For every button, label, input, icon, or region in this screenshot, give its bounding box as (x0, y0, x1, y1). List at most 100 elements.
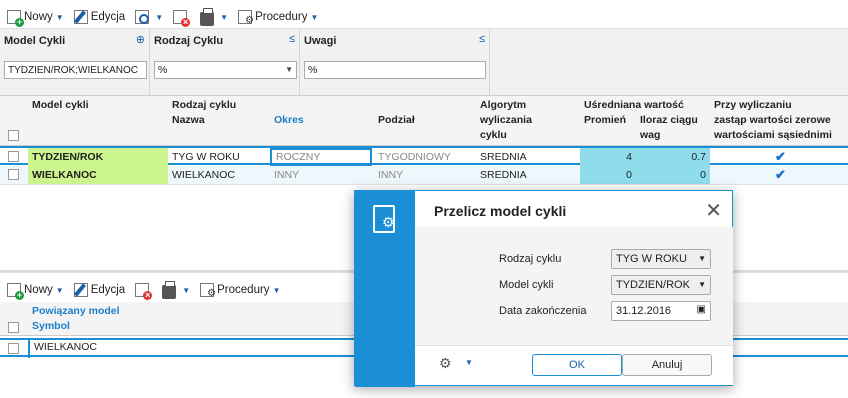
filter-operator-icon[interactable]: ≤ (289, 33, 295, 45)
chevron-down-icon[interactable]: ▼ (273, 286, 281, 295)
cell-weights[interactable]: 0 (636, 166, 710, 184)
filter-model-label: Model Cykli (4, 35, 66, 47)
filter-kind: Rodzaj Cyklu ≤ % ▼ (150, 29, 300, 97)
cell-radius[interactable]: 4 (580, 148, 636, 166)
chevron-down-icon[interactable]: ▼ (465, 358, 473, 367)
checkmark-icon[interactable]: ✔ (775, 150, 786, 164)
dialog-footer: ⚙ ▼ OK Anuluj (415, 345, 733, 385)
add-filter-icon[interactable]: ⊕ (136, 33, 145, 46)
edit-label: Edycja (90, 284, 126, 296)
printer-icon (162, 280, 177, 299)
dialog-body: Rodzaj cyklu TYG W ROKU ▼ Model cykli TY… (415, 227, 733, 345)
filter-kind-label: Rodzaj Cyklu (154, 35, 224, 47)
header-weights[interactable]: Iloraz ciągu wag (640, 113, 700, 143)
cell-period[interactable]: INNY (270, 166, 372, 184)
table-row[interactable]: WIELKANOC WIELKANOC INNY INNY SREDNIA 0 … (0, 166, 848, 185)
dialog-sidebar (355, 191, 415, 387)
model-value: TYDZIEN/ROK (616, 279, 690, 291)
filter-model-input[interactable]: TYDZIEN/ROK;WIELKANOC (4, 61, 147, 79)
cell-name[interactable]: TYG W ROKU (168, 148, 268, 166)
print-button[interactable]: ▼ (159, 280, 193, 300)
kind-value: TYG W ROKU (616, 253, 687, 265)
cell-period[interactable]: ROCZNY (270, 148, 372, 166)
edit-icon (73, 10, 88, 24)
cell-algorithm[interactable]: SREDNIA (476, 166, 580, 184)
chevron-down-icon[interactable]: ▼ (182, 286, 190, 295)
new-button[interactable]: Nowy ▼ (4, 280, 67, 300)
new-label: Nowy (24, 11, 53, 23)
delete-button[interactable] (170, 7, 193, 27)
row-checkbox[interactable] (8, 169, 19, 180)
header-related-model: Powiązany model (32, 305, 120, 317)
header-period[interactable]: Okres (274, 113, 304, 128)
date-input[interactable]: 31.12.2016 ▣ (611, 301, 711, 321)
chevron-down-icon: ▼ (285, 65, 293, 74)
header-split[interactable]: Podział (378, 113, 415, 128)
row-checkbox[interactable] (8, 151, 19, 162)
chevron-down-icon[interactable]: ▼ (56, 13, 64, 22)
new-icon (7, 283, 24, 300)
header-kind-group: Rodzaj cyklu (172, 99, 237, 111)
filter-kind-select[interactable]: % ▼ (154, 61, 297, 79)
edit-button[interactable]: Edycja (71, 7, 129, 27)
grid-header: Model cykli Rodzaj cyklu Nazwa Okres Pod… (0, 96, 848, 146)
chevron-down-icon[interactable]: ▼ (56, 286, 64, 295)
delete-icon (135, 283, 153, 300)
header-radius[interactable]: Promień (584, 113, 626, 128)
new-button[interactable]: Nowy ▼ (4, 7, 67, 27)
cell-radius[interactable]: 0 (580, 166, 636, 184)
cell-name[interactable]: WIELKANOC (168, 166, 268, 184)
date-label: Data zakończenia (499, 305, 587, 317)
checkmark-icon[interactable]: ✔ (775, 168, 786, 182)
filter-notes-input[interactable]: % (304, 61, 486, 79)
top-toolbar: Nowy ▼ Edycja ▼ ▼ Procedury ▼ (4, 6, 325, 28)
search-button[interactable]: ▼ (132, 7, 166, 27)
filter-notes-label: Uwagi (304, 35, 337, 47)
delete-icon (173, 10, 191, 27)
chevron-down-icon: ▼ (698, 254, 706, 263)
gear-icon (238, 10, 254, 26)
edit-button[interactable]: Edycja (71, 280, 129, 300)
select-all-checkbox[interactable] (8, 322, 19, 333)
lower-toolbar: Nowy ▼ Edycja ▼ Procedury ▼ (4, 279, 287, 301)
dialog-title: Przelicz model cykli (434, 203, 567, 219)
table-row[interactable]: TYDZIEN/ROK TYG W ROKU ROCZNY TYGODNIOWY… (0, 146, 848, 166)
filter-operator-icon[interactable]: ≤ (479, 33, 485, 45)
edit-label: Edycja (90, 11, 126, 23)
close-icon[interactable]: ✕ (705, 198, 722, 223)
header-algorithm[interactable]: Algorytm wyliczania cyklu (480, 98, 560, 143)
settings-icon[interactable]: ⚙ (439, 355, 452, 372)
chevron-down-icon[interactable]: ▼ (220, 13, 228, 22)
cell-algorithm[interactable]: SREDNIA (476, 148, 580, 166)
recalculate-dialog: Przelicz model cykli ✕ Rodzaj cyklu TYG … (354, 190, 733, 387)
cell-split[interactable]: INNY (374, 166, 474, 184)
row-checkbox[interactable] (8, 343, 19, 354)
select-all-checkbox[interactable] (8, 130, 19, 141)
procedures-button[interactable]: Procedury ▼ (197, 280, 283, 300)
model-select[interactable]: TYDZIEN/ROK ▼ (611, 275, 711, 295)
new-label: Nowy (24, 284, 53, 296)
edit-icon (73, 283, 88, 297)
chevron-down-icon[interactable]: ▼ (155, 13, 163, 22)
chevron-down-icon[interactable]: ▼ (310, 13, 318, 22)
calendar-icon[interactable]: ▣ (697, 304, 706, 315)
cancel-button[interactable]: Anuluj (622, 354, 712, 376)
delete-button[interactable] (132, 280, 155, 300)
kind-select[interactable]: TYG W ROKU ▼ (611, 249, 711, 269)
cell-symbol[interactable]: WIELKANOC (28, 340, 348, 358)
header-symbol[interactable]: Symbol (32, 319, 70, 334)
filter-model: Model Cykli ⊕ TYDZIEN/ROK;WIELKANOC (0, 29, 150, 97)
procedures-label: Procedury (255, 11, 308, 23)
header-replace-sub[interactable]: zastąp wartości zerowe wartościami sąsie… (714, 113, 844, 143)
cell-model[interactable]: TYDZIEN/ROK (28, 148, 168, 166)
cell-model[interactable]: WIELKANOC (28, 166, 168, 184)
procedures-button[interactable]: Procedury ▼ (235, 7, 321, 27)
header-model[interactable]: Model cykli (32, 98, 89, 113)
header-replace-group: Przy wyliczaniu (714, 99, 792, 111)
print-button[interactable]: ▼ (197, 7, 231, 27)
header-name[interactable]: Nazwa (172, 113, 205, 128)
ok-button[interactable]: OK (532, 354, 622, 376)
procedures-label: Procedury (217, 284, 270, 296)
cell-split[interactable]: TYGODNIOWY (374, 148, 474, 166)
cell-weights[interactable]: 0.7 (636, 148, 710, 166)
